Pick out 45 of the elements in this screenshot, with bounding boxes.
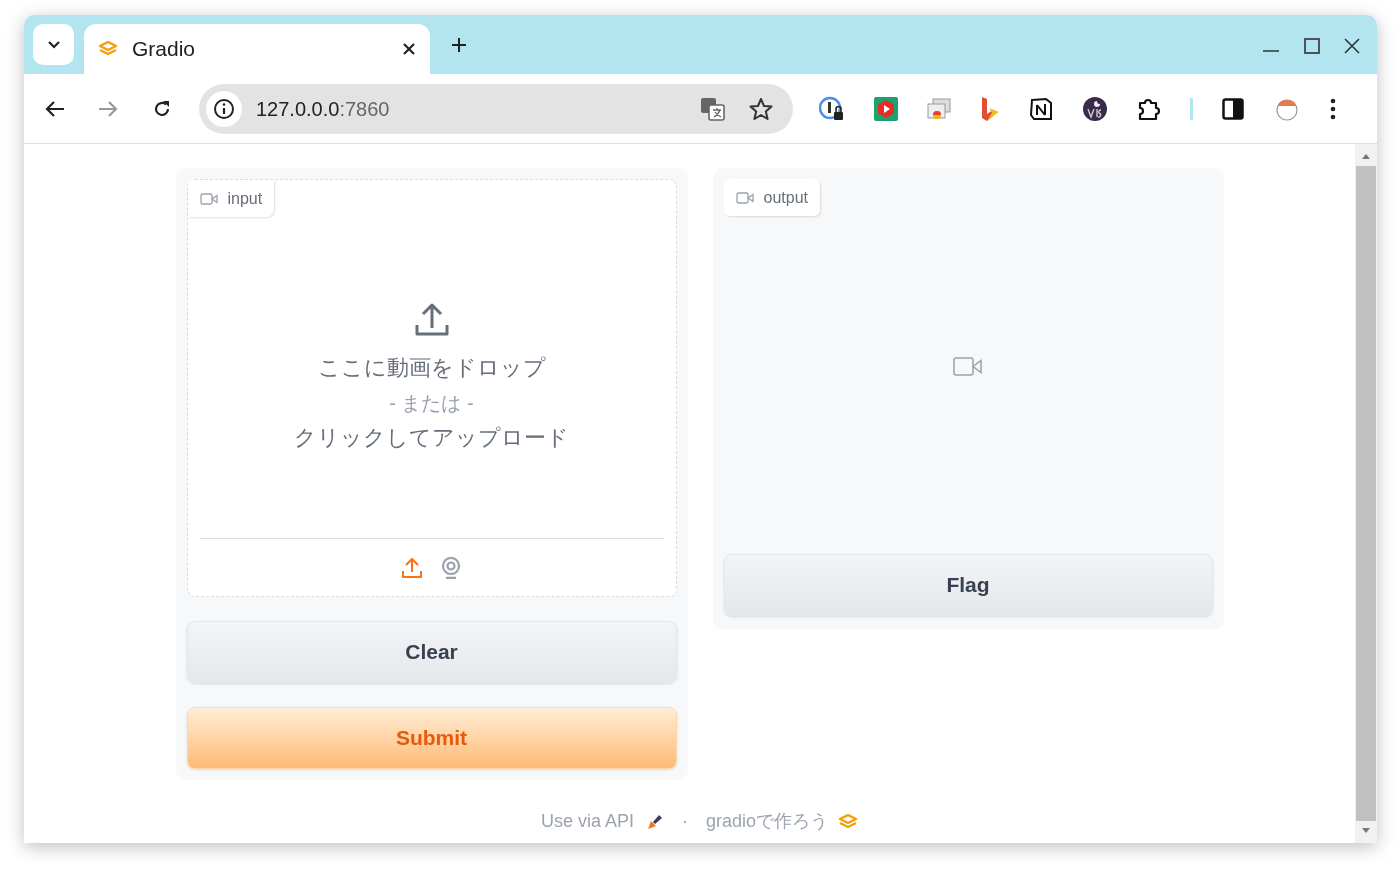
bing-icon[interactable]: [980, 95, 1000, 122]
password-lock-icon[interactable]: [819, 95, 845, 122]
video-camera-icon: [953, 356, 983, 377]
url-text: 127.0.0.0:7860: [256, 96, 390, 122]
clear-button[interactable]: Clear: [186, 621, 677, 683]
flag-button[interactable]: Flag: [723, 554, 1213, 616]
translate-icon[interactable]: [700, 96, 726, 121]
input-label: input: [187, 180, 275, 217]
scroll-up-icon[interactable]: [1361, 152, 1371, 160]
scroll-down-icon[interactable]: [1361, 827, 1371, 835]
back-icon[interactable]: [44, 98, 66, 119]
upload-instruction: クリックしてアップロード: [294, 424, 569, 452]
extensions-icon[interactable]: [1137, 96, 1161, 121]
chevron-down-icon: [46, 39, 61, 50]
star-icon[interactable]: [749, 96, 773, 121]
browser-tab[interactable]: Gradio: [84, 24, 430, 74]
close-icon[interactable]: [402, 42, 416, 56]
info-icon[interactable]: [213, 97, 235, 120]
menu-icon[interactable]: [1330, 97, 1336, 120]
upload-icon: [413, 303, 450, 337]
or-divider-text: - または -: [389, 391, 474, 416]
video-upload-area[interactable]: input ここに動画をドロップ - または - クリックしてアップロード: [186, 179, 677, 597]
windows-icon[interactable]: [927, 97, 951, 120]
moon-logo-icon[interactable]: [1082, 95, 1108, 122]
play-app-icon[interactable]: [874, 96, 898, 121]
output-label: output: [723, 179, 820, 216]
scrollbar[interactable]: [1355, 144, 1377, 843]
video-camera-icon: [199, 192, 218, 205]
rocket-icon: [646, 812, 664, 831]
tab-title: Gradio: [132, 36, 196, 63]
gradio-logo-icon: [98, 41, 118, 57]
forward-icon[interactable]: [97, 98, 119, 119]
plus-icon: [451, 37, 467, 53]
drop-instruction: ここに動画をドロップ: [317, 354, 546, 382]
reload-icon[interactable]: [152, 98, 172, 119]
close-icon[interactable]: [1343, 37, 1361, 55]
side-panel-icon[interactable]: [1222, 97, 1244, 120]
webcam-icon[interactable]: [440, 556, 462, 579]
notion-icon[interactable]: [1029, 96, 1053, 121]
video-camera-icon: [735, 191, 754, 204]
address-bar[interactable]: 127.0.0.0:7860: [199, 83, 793, 134]
separator-dot: ·: [682, 810, 688, 833]
upload-icon[interactable]: [401, 556, 423, 579]
maximize-icon[interactable]: [1303, 37, 1321, 55]
gradio-logo-icon: [838, 813, 859, 830]
